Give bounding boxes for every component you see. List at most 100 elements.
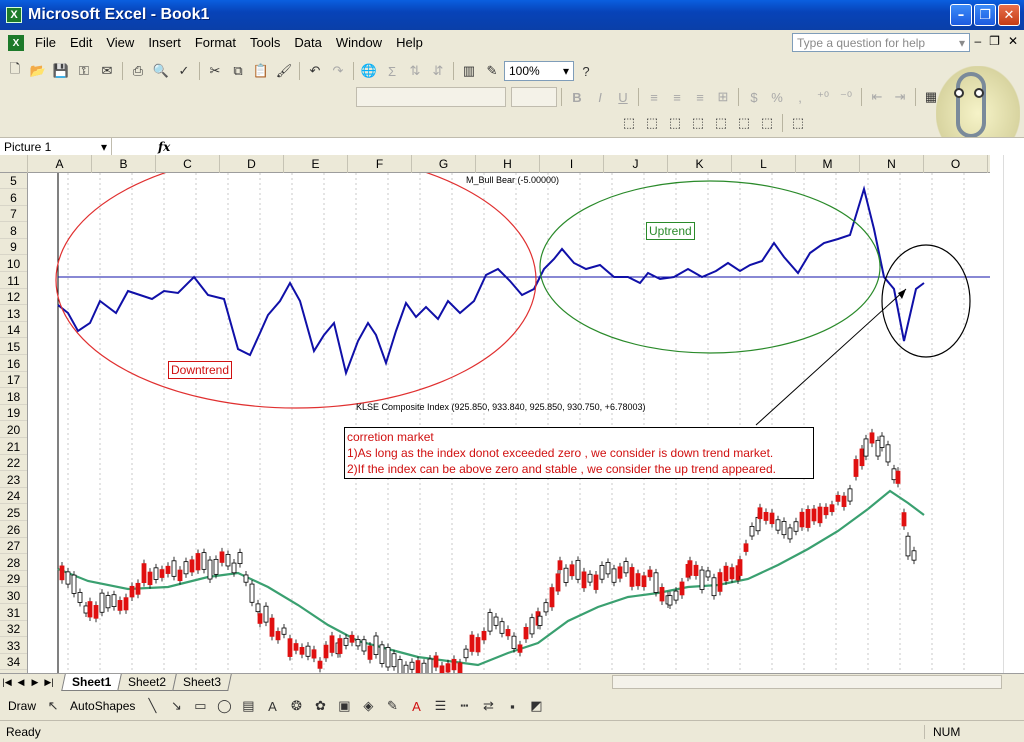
row-header[interactable]: 28 bbox=[0, 555, 27, 571]
column-header[interactable]: J bbox=[604, 155, 668, 173]
email-icon[interactable]: ✉ bbox=[96, 60, 118, 82]
decrease-indent-icon[interactable]: ⇤ bbox=[866, 86, 888, 108]
print-preview-icon[interactable]: 🔍 bbox=[150, 60, 172, 82]
increase-decimal-icon[interactable]: ⁺⁰ bbox=[812, 86, 834, 108]
wordart-icon[interactable]: A bbox=[261, 695, 283, 717]
increase-indent-icon[interactable]: ⇥ bbox=[889, 86, 911, 108]
menu-file[interactable]: File bbox=[28, 33, 63, 53]
row-header[interactable]: 20 bbox=[0, 422, 27, 438]
new-icon[interactable]: 🗋 bbox=[4, 60, 26, 82]
row-header[interactable]: 22 bbox=[0, 455, 27, 472]
permission-icon[interactable]: ⚿ bbox=[73, 60, 95, 82]
fill-color-icon[interactable]: ◈ bbox=[357, 695, 379, 717]
menu-insert[interactable]: Insert bbox=[141, 33, 188, 53]
font-size-select[interactable] bbox=[511, 87, 557, 107]
autosum-icon[interactable]: Σ bbox=[381, 60, 403, 82]
line-style-icon[interactable]: ☰ bbox=[429, 695, 451, 717]
row-header[interactable]: 9 bbox=[0, 239, 27, 256]
column-header[interactable]: K bbox=[668, 155, 732, 173]
worksheet-grid[interactable]: M_Bull Bear (-5.00000) KLSE Composite In… bbox=[28, 173, 990, 673]
redo-icon[interactable]: ↷ bbox=[327, 60, 349, 82]
shape-tool-icon[interactable]: ⬚ bbox=[756, 112, 778, 134]
percent-icon[interactable]: % bbox=[766, 86, 788, 108]
last-sheet-icon[interactable]: ▶| bbox=[42, 676, 56, 690]
row-header[interactable]: 30 bbox=[0, 588, 27, 604]
row-header[interactable]: 6 bbox=[0, 190, 27, 206]
column-header[interactable]: C bbox=[156, 155, 220, 173]
line-color-icon[interactable]: ✎ bbox=[381, 695, 403, 717]
select-objects-icon[interactable]: ↖ bbox=[42, 695, 64, 717]
format-painter-icon[interactable]: 🖌 bbox=[273, 60, 295, 82]
row-header[interactable]: 5 bbox=[0, 173, 27, 189]
row-header[interactable]: 13 bbox=[0, 306, 27, 322]
chevron-down-icon[interactable]: ▾ bbox=[563, 64, 569, 78]
column-header[interactable]: G bbox=[412, 155, 476, 173]
menu-edit[interactable]: Edit bbox=[63, 33, 99, 53]
row-header[interactable]: 15 bbox=[0, 339, 27, 355]
shape-tool-icon[interactable]: ⬚ bbox=[618, 112, 640, 134]
open-icon[interactable]: 📂 bbox=[27, 60, 49, 82]
tab-sheet1[interactable]: Sheet1 bbox=[61, 674, 123, 691]
cut-icon[interactable]: ✂ bbox=[204, 60, 226, 82]
draw-menu[interactable]: Draw bbox=[4, 699, 40, 713]
shape-tool-icon[interactable]: ⬚ bbox=[687, 112, 709, 134]
shape-tool-icon[interactable]: ⬚ bbox=[664, 112, 686, 134]
restore-button[interactable]: ❐ bbox=[974, 4, 996, 26]
align-right-icon[interactable]: ≡ bbox=[689, 86, 711, 108]
next-sheet-icon[interactable]: ▶ bbox=[28, 676, 42, 690]
row-header[interactable]: 34 bbox=[0, 654, 27, 671]
select-all-corner[interactable] bbox=[0, 155, 28, 173]
workbook-close-button[interactable]: ✕ bbox=[1008, 34, 1018, 48]
row-header[interactable]: 12 bbox=[0, 289, 27, 306]
insert-function-icon[interactable]: fx bbox=[158, 140, 170, 154]
arrow-icon[interactable]: ↘ bbox=[165, 695, 187, 717]
save-icon[interactable]: 💾 bbox=[50, 60, 72, 82]
row-header[interactable]: 14 bbox=[0, 322, 27, 339]
row-header[interactable]: 10 bbox=[0, 256, 27, 272]
first-sheet-icon[interactable]: |◀ bbox=[0, 676, 14, 690]
column-header[interactable]: F bbox=[348, 155, 412, 173]
chevron-down-icon[interactable]: ▾ bbox=[101, 140, 107, 154]
menu-window[interactable]: Window bbox=[329, 33, 389, 53]
copy-icon[interactable]: ⧉ bbox=[227, 60, 249, 82]
row-header[interactable]: 27 bbox=[0, 538, 27, 555]
row-header[interactable]: 26 bbox=[0, 522, 27, 538]
shape-tool-icon[interactable]: ⬚ bbox=[710, 112, 732, 134]
column-header[interactable]: L bbox=[732, 155, 796, 173]
menu-format[interactable]: Format bbox=[188, 33, 243, 53]
name-box[interactable]: Picture 1 ▾ bbox=[0, 138, 112, 155]
column-header[interactable]: I bbox=[540, 155, 604, 173]
row-header[interactable]: 18 bbox=[0, 389, 27, 405]
chevron-down-icon[interactable]: ▾ bbox=[959, 36, 965, 50]
print-icon[interactable]: ⎙ bbox=[127, 60, 149, 82]
textbox-icon[interactable]: ▤ bbox=[237, 695, 259, 717]
row-header[interactable]: 19 bbox=[0, 405, 27, 422]
row-header[interactable]: 16 bbox=[0, 356, 27, 372]
horizontal-scrollbar[interactable] bbox=[612, 675, 1002, 689]
workbook-icon[interactable]: X bbox=[8, 35, 24, 51]
column-header[interactable]: H bbox=[476, 155, 540, 173]
arrow-style-icon[interactable]: ⇄ bbox=[477, 695, 499, 717]
autoshapes-menu[interactable]: AutoShapes bbox=[66, 699, 139, 713]
tab-sheet2[interactable]: Sheet2 bbox=[117, 674, 178, 691]
close-button[interactable]: ✕ bbox=[998, 4, 1020, 26]
drawing-icon[interactable]: ✎ bbox=[481, 60, 503, 82]
align-left-icon[interactable]: ≡ bbox=[643, 86, 665, 108]
column-header[interactable]: M bbox=[796, 155, 860, 173]
shape-tool-icon[interactable]: ⬚ bbox=[787, 112, 809, 134]
sort-descending-icon[interactable]: ⇵ bbox=[427, 60, 449, 82]
column-header[interactable]: A bbox=[28, 155, 92, 173]
dash-style-icon[interactable]: ┅ bbox=[453, 695, 475, 717]
row-header[interactable]: 8 bbox=[0, 223, 27, 239]
column-header[interactable]: D bbox=[220, 155, 284, 173]
font-name-select[interactable] bbox=[356, 87, 506, 107]
help-question-input[interactable]: Type a question for help ▾ bbox=[792, 33, 970, 52]
downtrend-label[interactable]: Downtrend bbox=[168, 361, 233, 379]
row-header[interactable]: 33 bbox=[0, 638, 27, 654]
decrease-decimal-icon[interactable]: ⁻⁰ bbox=[835, 86, 857, 108]
comma-icon[interactable]: , bbox=[789, 86, 811, 108]
row-header[interactable]: 29 bbox=[0, 571, 27, 588]
shape-tool-icon[interactable]: ⬚ bbox=[733, 112, 755, 134]
sort-ascending-icon[interactable]: ⇅ bbox=[404, 60, 426, 82]
menu-tools[interactable]: Tools bbox=[243, 33, 287, 53]
